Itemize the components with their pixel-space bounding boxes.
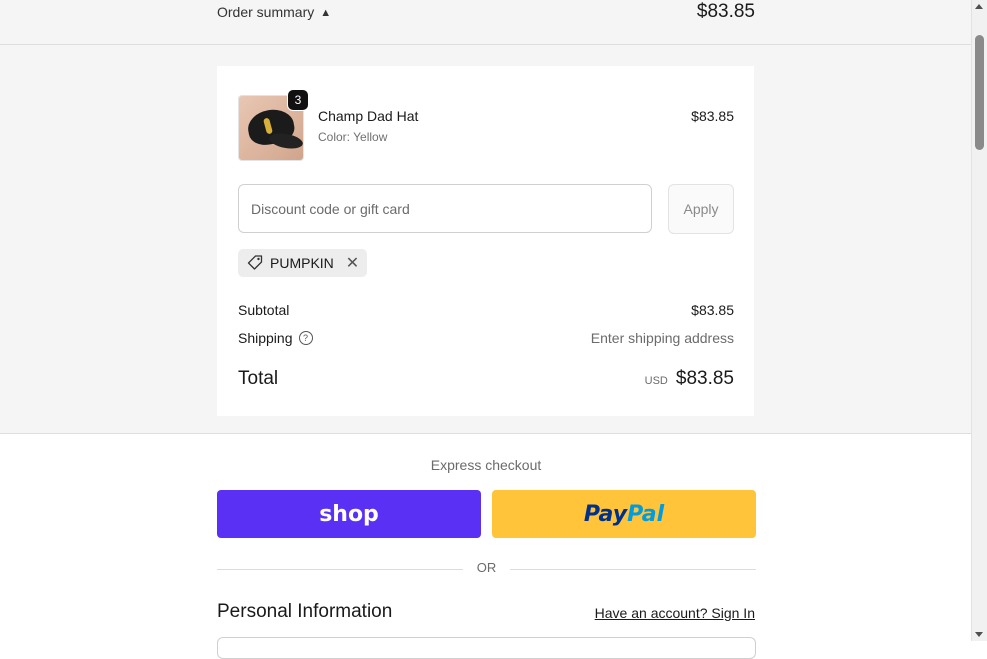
subtotal-row: Subtotal $83.85 bbox=[238, 302, 734, 318]
applied-discount-chip: PUMPKIN ✕ bbox=[238, 249, 368, 277]
applied-discount-code: PUMPKIN bbox=[270, 255, 334, 271]
sign-in-link[interactable]: Have an account? Sign In bbox=[595, 605, 755, 621]
or-label: OR bbox=[476, 560, 497, 575]
total-label: Total bbox=[238, 368, 279, 389]
paypal-pay-text: Pay bbox=[583, 501, 628, 527]
total-value: $83.85 bbox=[675, 368, 734, 389]
or-divider: OR bbox=[217, 560, 756, 576]
page-scrollbar[interactable] bbox=[971, 0, 987, 641]
order-summary-total: $83.85 bbox=[696, 1, 755, 22]
subtotal-value: $83.85 bbox=[691, 302, 734, 318]
shipping-label: Shipping bbox=[238, 330, 293, 346]
currency-code: USD bbox=[644, 375, 668, 387]
hat-brim bbox=[268, 131, 303, 151]
paypal-pal-text: Pal bbox=[627, 501, 665, 527]
product-variant: Color: Yellow bbox=[318, 130, 388, 144]
tag-icon bbox=[247, 255, 263, 270]
total-row: Total USD $83.85 bbox=[238, 368, 734, 390]
scroll-up-icon[interactable] bbox=[975, 4, 983, 9]
scrollbar-thumb[interactable] bbox=[975, 35, 984, 150]
order-summary-toggle[interactable]: Order summary ▲ bbox=[217, 4, 331, 20]
paypal-button[interactable]: PayPal bbox=[492, 490, 756, 538]
order-summary-card: 3 Champ Dad Hat Color: Yellow $83.85 App… bbox=[217, 66, 754, 416]
order-summary-label: Order summary bbox=[217, 4, 315, 20]
shipping-value: Enter shipping address bbox=[590, 330, 734, 346]
discount-code-input[interactable] bbox=[238, 184, 652, 233]
order-summary-panel: 3 Champ Dad Hat Color: Yellow $83.85 App… bbox=[0, 45, 972, 434]
product-price: $83.85 bbox=[691, 108, 734, 124]
personal-information-title: Personal Information bbox=[217, 601, 393, 622]
email-field[interactable] bbox=[217, 637, 756, 659]
express-checkout-label: Express checkout bbox=[430, 457, 542, 473]
product-name: Champ Dad Hat bbox=[318, 108, 419, 124]
help-circle-icon[interactable]: ? bbox=[298, 331, 313, 345]
apply-discount-button[interactable]: Apply bbox=[668, 184, 734, 234]
chevron-up-icon: ▲ bbox=[320, 7, 332, 19]
shop-pay-button[interactable]: shop bbox=[217, 490, 481, 538]
quantity-badge: 3 bbox=[287, 89, 309, 111]
shipping-row: Shipping ? Enter shipping address bbox=[238, 330, 734, 346]
subtotal-label: Subtotal bbox=[238, 302, 290, 318]
scroll-down-icon[interactable] bbox=[975, 632, 983, 637]
close-icon[interactable]: ✕ bbox=[346, 253, 359, 273]
order-summary-bar: Order summary ▲ $83.85 bbox=[0, 0, 972, 45]
